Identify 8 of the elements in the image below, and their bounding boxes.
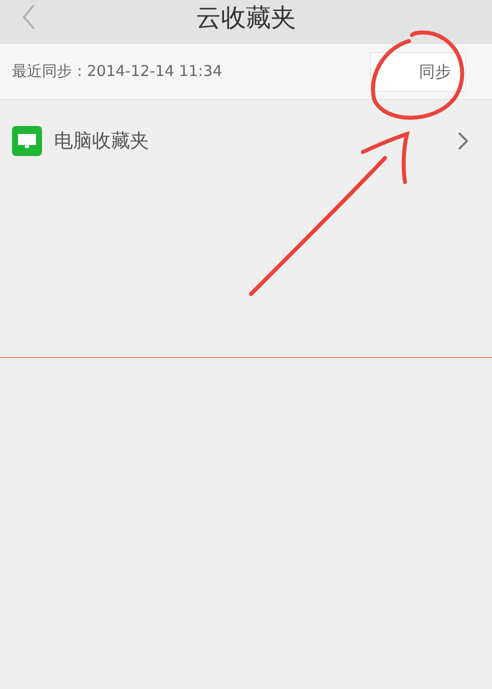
sync-button[interactable]: 同步 [370, 52, 466, 92]
last-sync-text: 最近同步：2014-12-14 11:34 [12, 61, 222, 82]
back-icon [22, 4, 36, 30]
folder-label: 电脑收藏夹 [54, 128, 149, 154]
monitor-icon [12, 126, 42, 156]
page-title: 云收藏夹 [196, 2, 296, 34]
chevron-right-icon [458, 132, 468, 150]
folder-row[interactable]: 电脑收藏夹 [0, 100, 492, 182]
